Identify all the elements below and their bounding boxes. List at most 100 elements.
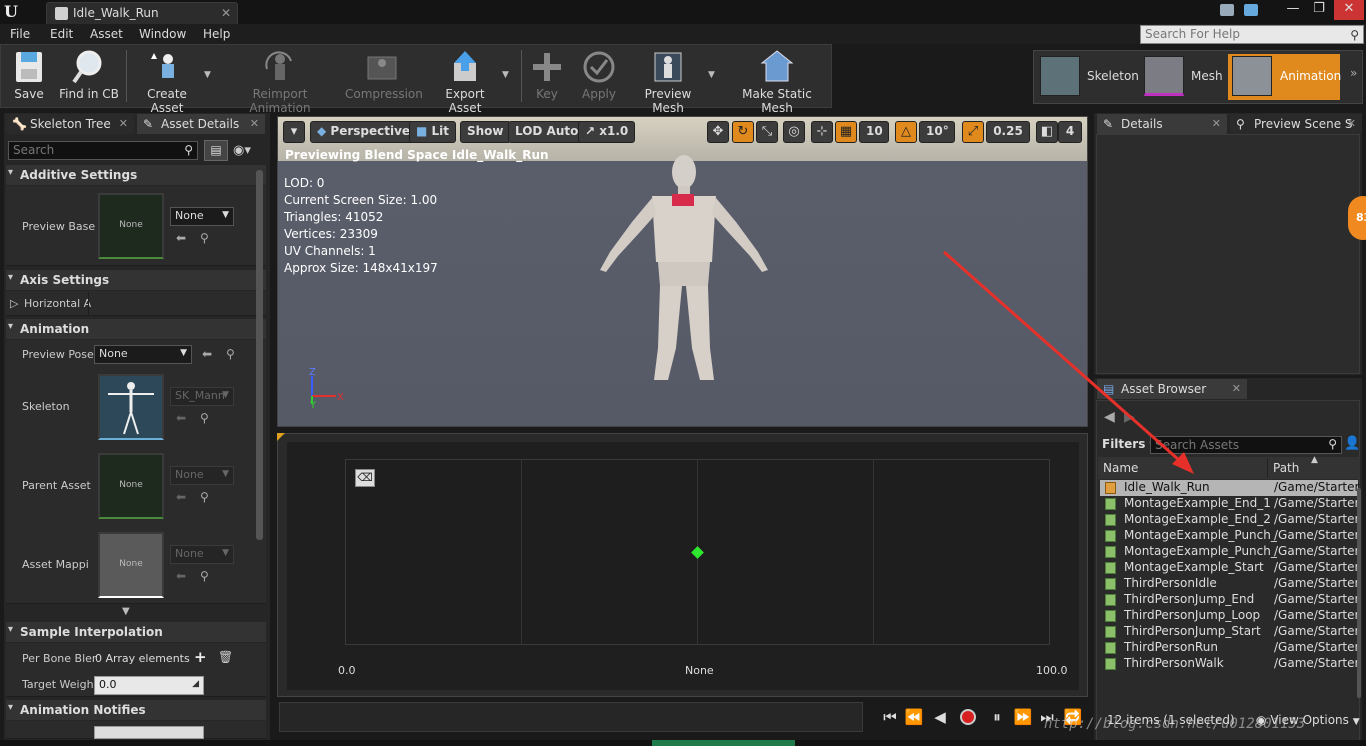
- skeleton-combo[interactable]: SK_Mann ▼: [170, 387, 234, 406]
- menu-asset[interactable]: Asset: [90, 27, 123, 41]
- asset-row[interactable]: ThirdPersonJump_End/Game/StarterC: [1100, 592, 1360, 608]
- close-icon[interactable]: ✕: [1232, 382, 1241, 395]
- section-additive-settings[interactable]: Additive Settings: [6, 165, 266, 185]
- export-asset-button[interactable]: Export Asset: [429, 47, 501, 115]
- step-back-icon[interactable]: ⏪: [903, 706, 925, 728]
- mode-animation[interactable]: Animation: [1228, 54, 1341, 100]
- translate-icon[interactable]: ✥: [707, 121, 729, 143]
- asset-row[interactable]: ThirdPersonJump_Loop/Game/StarterC: [1100, 608, 1360, 624]
- asset-row[interactable]: MontageExample_End_2/Game/StarterC: [1100, 512, 1360, 528]
- camera-speed-value[interactable]: 4: [1058, 121, 1082, 143]
- parent-asset-combo[interactable]: None ▼: [170, 466, 234, 485]
- asset-row[interactable]: ThirdPersonWalk/Game/StarterC: [1100, 656, 1360, 672]
- browse-search-icon[interactable]: ⚲: [200, 569, 209, 583]
- asset-row[interactable]: MontageExample_Punch_/Game/StarterC: [1100, 544, 1360, 560]
- minimize-button[interactable]: —: [1280, 0, 1306, 20]
- save-button[interactable]: Save: [8, 47, 50, 105]
- tab-details[interactable]: ✎ Details ✕: [1097, 114, 1227, 134]
- preview-base-combo[interactable]: None ▼: [170, 207, 234, 226]
- preview-pose-combo[interactable]: None ▼: [94, 345, 192, 364]
- browse-search-icon[interactable]: ⚲: [200, 490, 209, 504]
- preview-mesh-dropdown-icon[interactable]: ▼: [708, 70, 715, 80]
- close-icon[interactable]: ✕: [1212, 117, 1221, 130]
- chat-icon[interactable]: [1220, 4, 1234, 16]
- asset-row[interactable]: Idle_Walk_Run/Game/StarterC: [1100, 480, 1360, 496]
- apply-button[interactable]: Apply: [578, 47, 620, 105]
- use-selected-arrow-icon[interactable]: ⬅: [202, 347, 212, 361]
- perspective-button[interactable]: ◆ Perspective: [310, 121, 418, 143]
- rotate-icon[interactable]: ↻: [732, 121, 754, 143]
- section-sample-interpolation[interactable]: Sample Interpolation: [6, 622, 266, 642]
- column-path-header[interactable]: Path: [1273, 461, 1299, 475]
- expand-arrow-icon[interactable]: ▷: [10, 297, 18, 310]
- lit-button[interactable]: ■ Lit: [409, 121, 457, 143]
- scale-icon[interactable]: ⤡: [756, 121, 778, 143]
- asset-row[interactable]: MontageExample_Punch_/Game/StarterC: [1100, 528, 1360, 544]
- menu-window[interactable]: Window: [139, 27, 186, 41]
- preview-base-thumbnail[interactable]: None: [98, 193, 164, 259]
- surface-snap-icon[interactable]: ⊹: [811, 121, 833, 143]
- pause-icon[interactable]: ⏸: [986, 706, 1008, 728]
- use-selected-arrow-icon[interactable]: ⬅: [176, 231, 186, 245]
- make-static-mesh-button[interactable]: Make Static Mesh: [728, 47, 826, 115]
- close-icon[interactable]: ✕: [250, 117, 259, 130]
- section-axis-settings[interactable]: Axis Settings: [6, 270, 266, 290]
- asset-row[interactable]: ThirdPersonRun/Game/StarterC: [1100, 640, 1360, 656]
- create-asset-dropdown-icon[interactable]: ▼: [204, 70, 211, 80]
- preview-mesh-button[interactable]: Preview Mesh: [628, 47, 708, 115]
- browse-search-icon[interactable]: ⚲: [200, 411, 209, 425]
- lod-button[interactable]: LOD Auto: [508, 121, 586, 143]
- playback-speed-button[interactable]: ↗ x1.0: [578, 121, 636, 143]
- asset-mapping-thumbnail[interactable]: None: [98, 532, 164, 598]
- close-window-button[interactable]: ✕: [1334, 0, 1364, 20]
- eye-visibility-icon[interactable]: ◉▾: [233, 143, 251, 158]
- skeleton-thumbnail[interactable]: [98, 374, 164, 440]
- document-tab[interactable]: Idle_Walk_Run ✕: [46, 2, 238, 24]
- asset-row[interactable]: MontageExample_Start/Game/StarterC: [1100, 560, 1360, 576]
- asset-row[interactable]: ThirdPersonJump_Start/Game/StarterC: [1100, 624, 1360, 640]
- feedback-icon[interactable]: [1244, 4, 1258, 16]
- record-icon[interactable]: [957, 706, 979, 728]
- viewport-options-chevron-icon[interactable]: ▾: [283, 121, 305, 143]
- find-in-cb-button[interactable]: Find in CB: [58, 47, 120, 105]
- menu-file[interactable]: File: [10, 27, 30, 41]
- world-local-icon[interactable]: ◎: [783, 121, 805, 143]
- add-element-icon[interactable]: +: [194, 648, 207, 666]
- menu-edit[interactable]: Edit: [50, 27, 73, 41]
- browse-search-icon[interactable]: ⚲: [200, 231, 209, 245]
- asset-mapping-combo[interactable]: None ▼: [170, 545, 234, 564]
- browse-search-icon[interactable]: ⚲: [226, 347, 235, 361]
- left-panel-scrollbar[interactable]: [256, 170, 263, 540]
- use-selected-arrow-icon[interactable]: ⬅: [176, 411, 186, 425]
- grid-view-icon[interactable]: ▤: [204, 140, 228, 161]
- notify-trigger-combo[interactable]: [94, 726, 204, 739]
- compression-button[interactable]: Compression: [345, 47, 423, 105]
- section-animation[interactable]: Animation: [6, 319, 266, 339]
- maximize-button[interactable]: ❐: [1306, 0, 1332, 20]
- tab-skeleton-tree[interactable]: 🦴 Skeleton Tree ✕: [6, 114, 134, 134]
- play-reverse-icon[interactable]: ◀: [929, 706, 951, 728]
- camera-speed-icon[interactable]: ◧: [1036, 121, 1058, 143]
- section-animation-notifies[interactable]: Animation Notifies: [6, 700, 266, 720]
- parent-asset-thumbnail[interactable]: None: [98, 453, 164, 519]
- close-icon[interactable]: ✕: [1347, 117, 1356, 130]
- show-button[interactable]: Show: [460, 121, 511, 143]
- skip-to-start-icon[interactable]: ⏮: [879, 706, 901, 728]
- close-icon[interactable]: ✕: [119, 117, 128, 130]
- tag-icon[interactable]: ⌫: [355, 469, 375, 487]
- reimport-animation-button[interactable]: Reimport Animation: [225, 47, 335, 115]
- key-button[interactable]: Key: [528, 47, 566, 105]
- expand-more-icon[interactable]: ▼: [122, 606, 130, 617]
- rotation-snap-value[interactable]: 10°: [919, 121, 955, 143]
- mode-mesh[interactable]: Mesh: [1140, 54, 1226, 100]
- scale-snap-value[interactable]: 0.25: [986, 121, 1030, 143]
- use-selected-arrow-icon[interactable]: ⬅: [176, 490, 186, 504]
- details-search-input[interactable]: Search ⚲: [8, 141, 198, 160]
- timeline-bar[interactable]: [279, 702, 863, 732]
- use-selected-arrow-icon[interactable]: ⬅: [176, 569, 186, 583]
- notification-badge[interactable]: 83: [1348, 196, 1366, 240]
- rotation-snap-icon[interactable]: △: [895, 121, 917, 143]
- asset-row[interactable]: ThirdPersonIdle/Game/StarterC: [1100, 576, 1360, 592]
- tab-asset-details[interactable]: ✎ Asset Details ✕: [137, 114, 265, 134]
- asset-row[interactable]: MontageExample_End_1/Game/StarterC: [1100, 496, 1360, 512]
